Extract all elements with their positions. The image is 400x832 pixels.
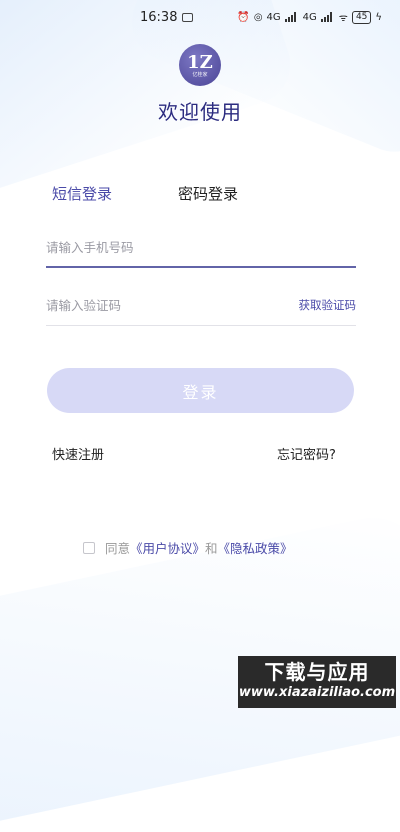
get-code-button[interactable]: 获取验证码	[299, 297, 357, 313]
logo-subtitle: 亿桂家	[192, 72, 208, 78]
signal-icon	[320, 12, 335, 22]
privacy-policy-link[interactable]: 《隐私政策》	[218, 538, 293, 557]
message-icon	[182, 13, 194, 22]
tab-sms-login[interactable]: 短信登录	[52, 183, 112, 204]
app-logo: 1Z 亿桂家	[179, 44, 221, 86]
battery-icon: 45	[351, 10, 372, 24]
agreement-prefix: 同意	[105, 541, 131, 556]
code-field-container: 获取验证码	[46, 290, 356, 326]
watermark: 下载与应用 www.xiazaiziliao.com	[238, 656, 396, 708]
page-title: 欢迎使用	[158, 100, 242, 124]
alarm-icon: ⏰	[237, 11, 250, 23]
status-right: ⏰ ◎ 4G 4G ᯤ 45 ϟ	[237, 10, 382, 24]
tab-password-login[interactable]: 密码登录	[178, 183, 238, 204]
nfc-icon: ◎	[253, 11, 263, 23]
phone-field-container	[46, 232, 356, 268]
forgot-password-link[interactable]: 忘记密码?	[277, 444, 336, 463]
wifi-icon: ᯤ	[338, 13, 348, 24]
verification-code-input[interactable]	[46, 292, 266, 318]
network-type-1: 4G	[266, 11, 281, 23]
status-left: 16:38	[140, 10, 194, 25]
login-button[interactable]: 登录	[47, 368, 354, 413]
user-agreement-link[interactable]: 《用户协议》	[130, 538, 205, 557]
register-link[interactable]: 快速注册	[52, 444, 104, 463]
charging-icon: ϟ	[375, 11, 382, 23]
network-type-2: 4G	[302, 11, 317, 23]
watermark-url: www.xiazaiziliao.com	[238, 685, 396, 700]
agreement-row: 同意 《用户协议》 和 《隐私政策》	[83, 538, 293, 557]
phone-input[interactable]	[46, 234, 266, 260]
logo-mark: 1Z	[187, 52, 213, 73]
agreement-and: 和	[205, 541, 218, 556]
status-bar: 16:38 ⏰ ◎ 4G 4G ᯤ 45 ϟ	[0, 0, 400, 36]
agreement-checkbox[interactable]	[83, 541, 95, 554]
status-time: 16:38	[140, 10, 178, 25]
watermark-title: 下载与应用	[264, 660, 370, 684]
signal-icon	[284, 12, 299, 22]
